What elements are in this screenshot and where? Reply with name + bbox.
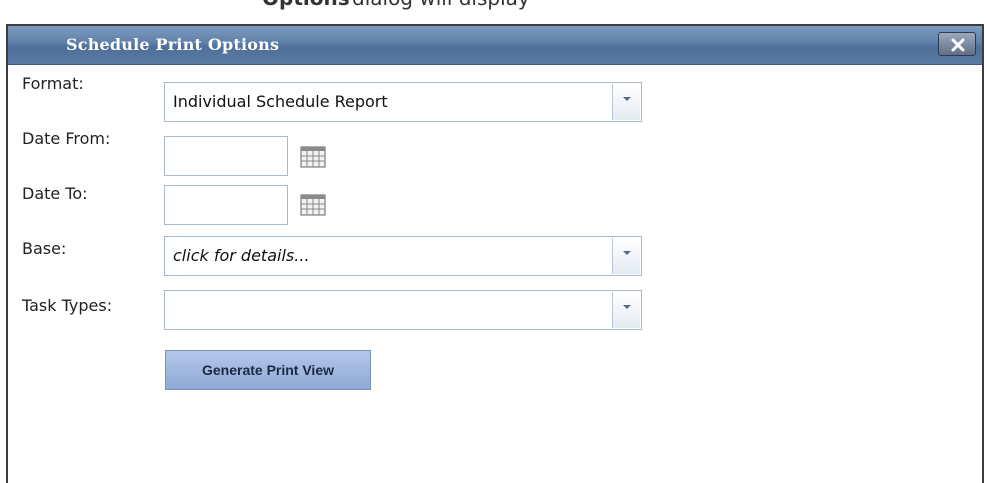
format-label: Format: <box>22 74 84 93</box>
format-dropdown-arrow[interactable] <box>612 84 640 120</box>
task-types-label: Task Types: <box>22 296 113 315</box>
close-button[interactable] <box>938 32 976 56</box>
task-types-dropdown-arrow[interactable] <box>612 292 640 328</box>
format-dropdown[interactable]: Individual Schedule Report <box>164 82 642 122</box>
dialog-title: Schedule Print Options <box>66 35 280 54</box>
close-x-icon <box>951 38 965 52</box>
base-dropdown[interactable]: click for details... <box>164 236 642 276</box>
date-from-label: Date From: <box>22 129 111 148</box>
base-value: click for details... <box>173 246 310 265</box>
base-dropdown-arrow[interactable] <box>612 238 640 274</box>
format-value: Individual Schedule Report <box>173 92 388 111</box>
calendar-icon[interactable] <box>298 192 328 218</box>
page: Options dialog will display Schedule Pri… <box>0 0 987 483</box>
background-heading-bold: Options <box>262 0 350 10</box>
schedule-print-options-dialog: Schedule Print Options Format: Individua… <box>6 24 984 483</box>
dialog-titlebar[interactable]: Schedule Print Options <box>8 26 982 65</box>
task-types-dropdown[interactable] <box>164 290 642 330</box>
background-heading-rest: dialog will display <box>352 0 530 10</box>
date-to-input[interactable] <box>164 185 288 225</box>
background-heading: Options dialog will display <box>0 0 987 10</box>
chevron-down-icon <box>623 251 631 255</box>
generate-print-view-button[interactable]: Generate Print View <box>165 350 371 390</box>
chevron-down-icon <box>623 97 631 101</box>
chevron-down-icon <box>623 305 631 309</box>
date-to-label: Date To: <box>22 184 88 203</box>
date-from-input[interactable] <box>164 136 288 176</box>
calendar-icon[interactable] <box>298 144 328 170</box>
base-label: Base: <box>22 239 67 258</box>
